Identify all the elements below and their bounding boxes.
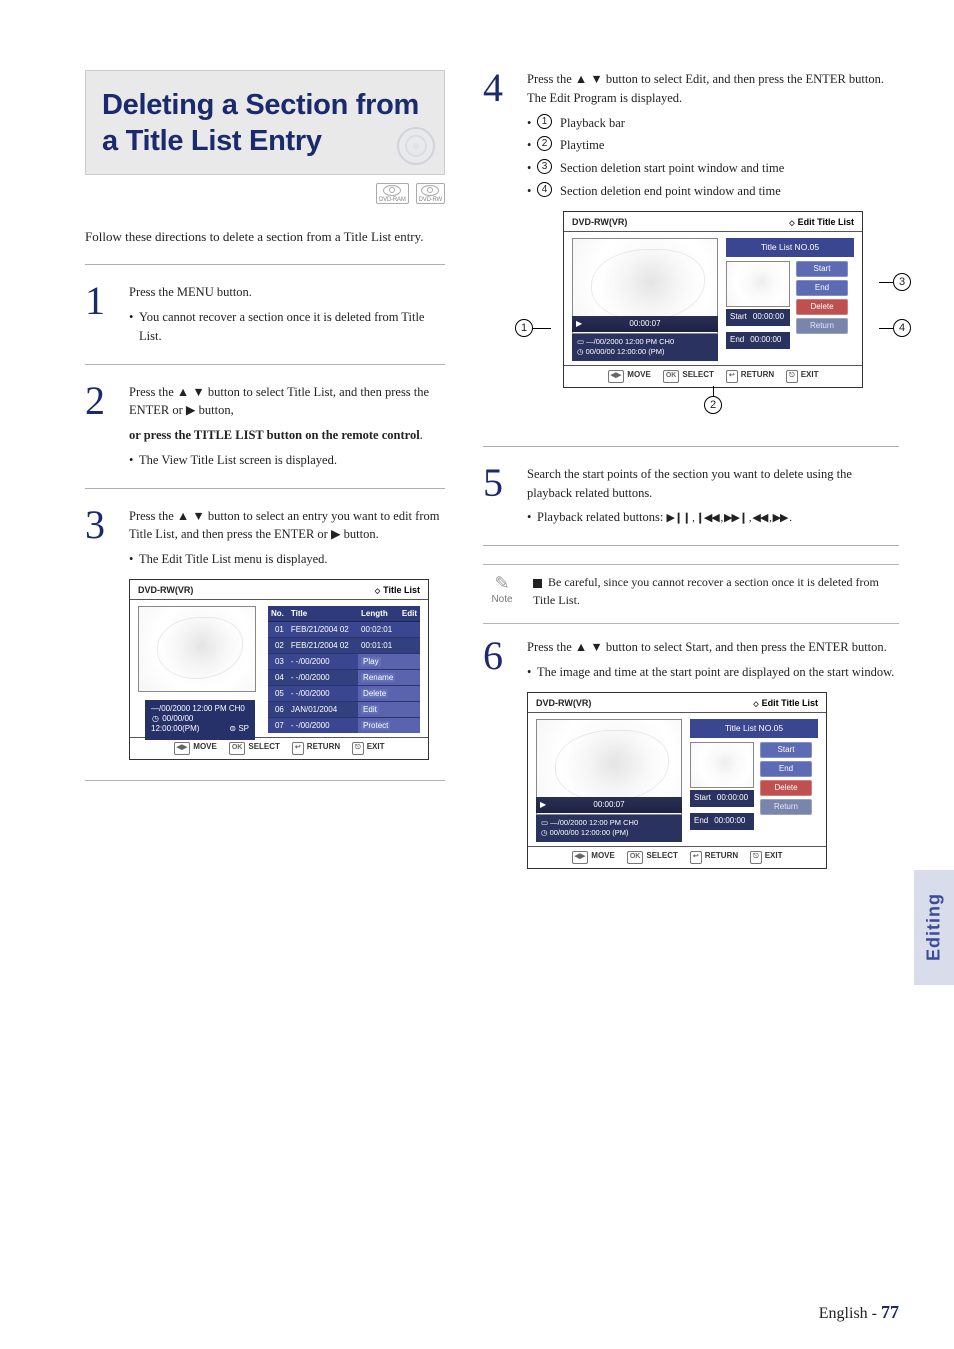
step-text-strong: or press the TITLE LIST button on the re… xyxy=(129,426,445,445)
step-4: 4 Press the ▲ ▼ button to select Edit, a… xyxy=(483,70,899,388)
osd-edit-title-list-bottom: DVD-RW(VR) ◇Edit Title List ▶00:00:07 ▭ … xyxy=(527,692,827,869)
note-text: Be careful, since you cannot recover a s… xyxy=(533,573,899,609)
intro-text: Follow these directions to delete a sect… xyxy=(85,228,445,247)
divider xyxy=(85,364,445,365)
side-tab-editing: Editing xyxy=(914,870,954,985)
step-bullet: The View Title List screen is displayed. xyxy=(129,451,445,470)
step-2: 2 Press the ▲ ▼ button to select Title L… xyxy=(85,383,445,474)
step-number: 5 xyxy=(483,465,513,531)
step-text: Press the MENU button. xyxy=(129,283,445,302)
osd-meta-box: ▭ —/00/2000 12:00 PM CH0 ◷ 00/00/00 12:0… xyxy=(536,815,682,842)
table-row: 05- -/00/2000Delete xyxy=(268,686,420,702)
osd-subtitle: Title List NO.05 xyxy=(690,719,818,738)
divider xyxy=(85,264,445,265)
osd-title: Edit Title List xyxy=(798,217,854,227)
osd-edit-title-list-top: DVD-RW(VR) ◇Edit Title List ▶00:00:07 ▭ … xyxy=(563,211,863,388)
osd-subtitle: Title List NO.05 xyxy=(726,238,854,257)
callout-4: 4 xyxy=(893,319,911,337)
osd-playback-bar: ▶00:00:07 xyxy=(572,316,718,332)
note-block: ✎ Note Be careful, since you cannot reco… xyxy=(483,573,899,609)
step-6: 6 Press the ▲ ▼ button to select Start, … xyxy=(483,638,899,875)
disc-badge-dvd-rw: DVD-RW xyxy=(416,183,445,204)
disc-badge-dvd-ram: DVD-RAM xyxy=(376,183,409,204)
page-footer: English - 77 xyxy=(819,1302,899,1323)
step-3: 3 Press the ▲ ▼ button to select an entr… xyxy=(85,507,445,766)
osd-btn-delete[interactable]: Delete xyxy=(760,780,812,796)
table-row: 06JAN/01/2004Edit xyxy=(268,702,420,718)
divider xyxy=(85,780,445,781)
playback-buttons-icons: ▶❙❙ , ❙◀◀ , ▶▶❙ , ◀◀ , ▶▶ . xyxy=(666,512,791,524)
step-bullet: Playback related buttons: ▶❙❙ , ❙◀◀ , ▶▶… xyxy=(527,508,899,527)
osd-btn-end[interactable]: End xyxy=(760,761,812,777)
note-icon: ✎ xyxy=(483,573,521,594)
osd-title-list: DVD-RW(VR) ◇Title List —/00/2000 12:00 P… xyxy=(129,579,429,760)
step-text: Search the start points of the section y… xyxy=(527,465,899,503)
step-text: Press the ▲ ▼ button to select Edit, and… xyxy=(527,70,899,108)
step-number: 1 xyxy=(85,283,115,349)
step-1: 1 Press the MENU button. You cannot reco… xyxy=(85,283,445,349)
osd-footer-hints: ◀▶MOVE OKSELECT ↩RETURN ⎋EXIT xyxy=(130,737,428,759)
osd-footer-hints: ◀▶MOVE OKSELECT ↩RETURN ⎋EXIT xyxy=(528,846,826,868)
table-row: 02FEB/21/2004 0200:01:01 xyxy=(268,638,420,654)
osd-btn-start[interactable]: Start xyxy=(796,261,848,277)
callout-1: 1 xyxy=(515,319,533,337)
square-bullet-icon xyxy=(533,579,542,588)
step-text: Press the ▲ ▼ button to select Title Lis… xyxy=(129,383,445,421)
divider xyxy=(483,446,899,447)
osd-title: Edit Title List xyxy=(762,698,818,708)
step-text: Press the ▲ ▼ button to select an entry … xyxy=(129,507,445,545)
step-number: 2 xyxy=(85,383,115,474)
osd-model: DVD-RW(VR) xyxy=(572,216,627,230)
note-rule xyxy=(483,564,899,565)
divider xyxy=(483,545,899,546)
osd-footer-hints: ◀▶MOVE OKSELECT ↩RETURN ⎋EXIT xyxy=(564,365,862,387)
note-label: Note xyxy=(483,594,521,605)
osd-btn-start[interactable]: Start xyxy=(760,742,812,758)
step-bullet: You cannot recover a section once it is … xyxy=(129,308,445,346)
osd-meta-box: —/00/2000 12:00 PM CH0 ◷ 00/00/00 12:00:… xyxy=(145,700,255,740)
step-bullet: The image and time at the start point ar… xyxy=(527,663,899,682)
step-number: 4 xyxy=(483,70,513,388)
osd-model: DVD-RW(VR) xyxy=(138,584,193,598)
step-5: 5 Search the start points of the section… xyxy=(483,465,899,531)
step-enum-list: 1Playback bar 2Playtime 3Section deletio… xyxy=(527,114,899,201)
step-bullet: The Edit Title List menu is displayed. xyxy=(129,550,445,569)
osd-preview-thumb xyxy=(138,606,256,692)
table-row: 03- -/00/2000Play xyxy=(268,654,420,670)
table-row: 04- -/00/2000Rename xyxy=(268,670,420,686)
page-title-block: Deleting a Section from a Title List Ent… xyxy=(85,70,445,175)
callout-3: 3 xyxy=(893,273,911,291)
osd-model: DVD-RW(VR) xyxy=(536,697,591,711)
step-number: 3 xyxy=(85,507,115,766)
title-decoration-icon xyxy=(372,110,436,168)
disc-badge-row: DVD-RAM DVD-RW xyxy=(85,183,445,206)
osd-start-thumb xyxy=(690,742,754,788)
callout-2: 2 xyxy=(704,396,722,414)
table-row: 01FEB/21/2004 0200:02:01 xyxy=(268,622,420,638)
osd-title: Title List xyxy=(383,585,420,595)
osd-btn-return[interactable]: Return xyxy=(796,318,848,334)
osd-btn-return[interactable]: Return xyxy=(760,799,812,815)
osd-btn-delete[interactable]: Delete xyxy=(796,299,848,315)
osd-meta-box: ▭ —/00/2000 12:00 PM CH0 ◷ 00/00/00 12:0… xyxy=(572,334,718,361)
step-text: Press the ▲ ▼ button to select Start, an… xyxy=(527,638,899,657)
osd-playback-bar: ▶00:00:07 xyxy=(536,797,682,813)
osd-start-thumb xyxy=(726,261,790,307)
osd-title-table: No. Title Length Edit 01FEB/21/2004 0200… xyxy=(268,606,420,733)
table-row: 07- -/00/2000Protect xyxy=(268,718,420,734)
divider xyxy=(85,488,445,489)
step-number: 6 xyxy=(483,638,513,875)
osd-btn-end[interactable]: End xyxy=(796,280,848,296)
